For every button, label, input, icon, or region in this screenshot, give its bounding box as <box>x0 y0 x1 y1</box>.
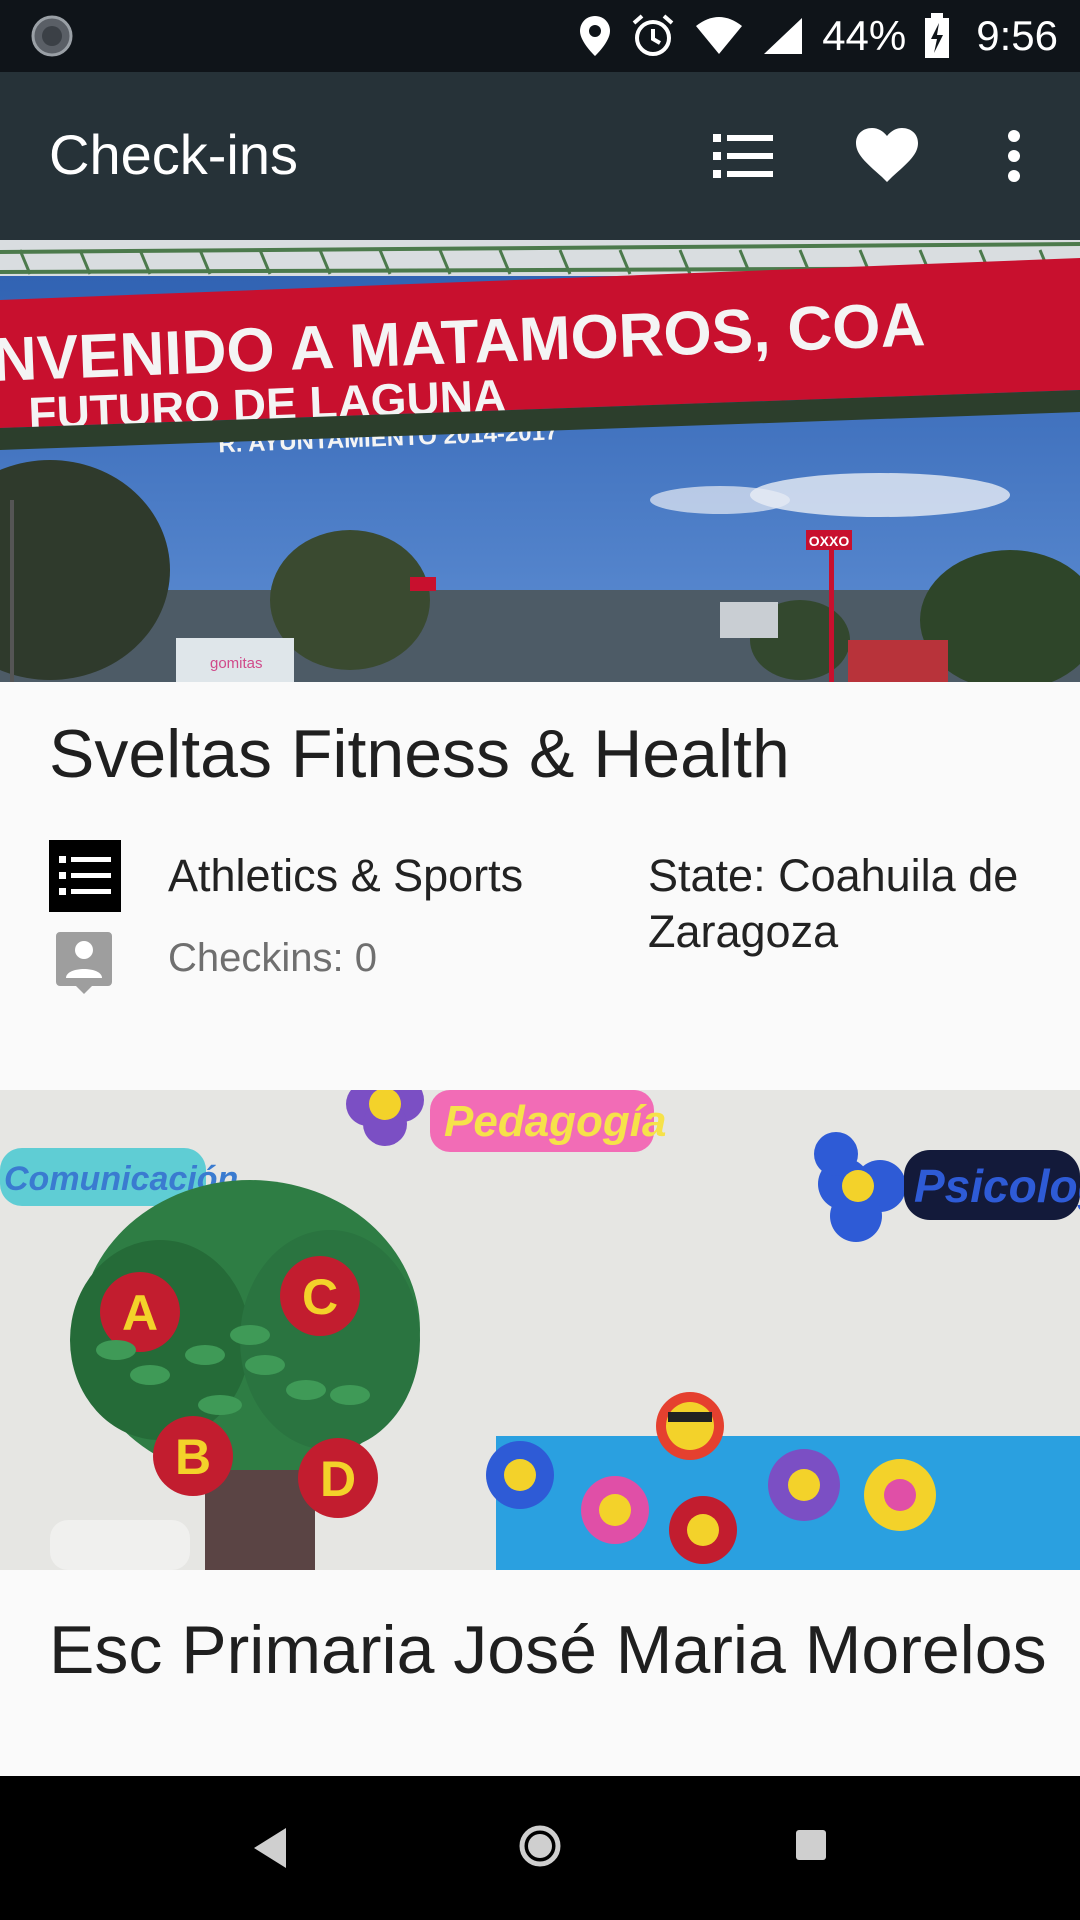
alarm-icon <box>632 14 674 56</box>
checkin-card[interactable]: Pedagogía Comunicación Psicología A C B <box>0 1090 1080 1776</box>
wall-label-3: Psicología <box>914 1160 1080 1212</box>
overflow-menu-button[interactable] <box>982 124 1046 188</box>
signal-icon <box>764 18 803 54</box>
person-pin-icon <box>56 932 112 994</box>
more-vert-icon <box>1008 130 1020 182</box>
tree-letter-b: B <box>175 1429 211 1485</box>
category-list-icon <box>59 856 111 895</box>
back-button[interactable] <box>250 1826 290 1870</box>
sun-decoration <box>656 1392 724 1460</box>
tree-letter-d: D <box>320 1451 356 1507</box>
wifi-icon <box>696 17 743 54</box>
battery-percent: 44% <box>822 12 907 59</box>
heart-icon <box>856 128 918 182</box>
venue-state: State: Coahuila de Zaragoza <box>648 850 1019 957</box>
location-icon <box>580 16 611 56</box>
list-icon <box>713 134 773 178</box>
venue-photo: NVENIDO A MATAMOROS, COA FUTURO DE LAGUN… <box>0 240 1080 682</box>
venue-photo: Pedagogía Comunicación Psicología A C B <box>0 1090 1080 1570</box>
wall-label-1: Pedagogía <box>444 1097 667 1146</box>
venue-photo-illustration: Pedagogía Comunicación Psicología A C B <box>0 1090 1080 1570</box>
home-button[interactable] <box>518 1824 562 1868</box>
store-sign: OXXO <box>809 533 850 549</box>
favorites-button[interactable] <box>855 124 919 188</box>
recents-button[interactable] <box>794 1828 828 1862</box>
list-view-button[interactable] <box>711 124 775 188</box>
checkin-count: Checkins: 0 <box>168 936 377 980</box>
checkin-list[interactable]: NVENIDO A MATAMOROS, COA FUTURO DE LAGUN… <box>0 240 1080 1776</box>
recents-icon <box>796 1830 826 1860</box>
clock: 9:56 <box>976 12 1058 59</box>
navigation-bar <box>0 1776 1080 1920</box>
back-icon <box>254 1828 286 1868</box>
card-details: Sveltas Fitness & Health Athletics & Spo… <box>0 682 1080 1090</box>
battery-charging-icon <box>925 13 950 58</box>
loading-icon <box>31 15 73 57</box>
card-details: Esc Primaria José Maria Morelos <box>0 1570 1080 1776</box>
venue-name: Sveltas Fitness & Health <box>49 716 790 792</box>
tree-letter-c: C <box>302 1269 338 1325</box>
tree-letter-a: A <box>122 1285 158 1341</box>
checkin-card[interactable]: NVENIDO A MATAMOROS, COA FUTURO DE LAGUN… <box>0 240 1080 1090</box>
category-badge <box>49 840 121 912</box>
venue-photo-illustration: NVENIDO A MATAMOROS, COA FUTURO DE LAGUN… <box>0 240 1080 682</box>
venue-category: Athletics & Sports <box>168 850 524 901</box>
page-title: Check-ins <box>49 123 298 186</box>
truck-label: gomitas <box>210 655 263 672</box>
status-bar: 44% 9:56 <box>0 0 1080 72</box>
app-bar: Check-ins <box>0 72 1080 240</box>
venue-name: Esc Primaria José Maria Morelos <box>49 1612 1047 1688</box>
